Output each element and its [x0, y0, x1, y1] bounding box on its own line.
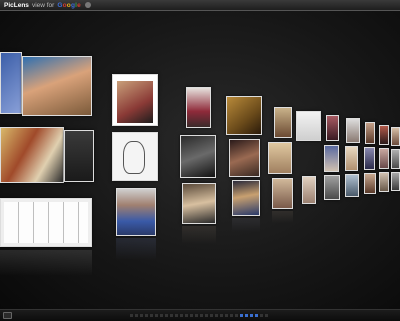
photo-thumbnail[interactable]: [302, 176, 316, 204]
photo-thumbnail[interactable]: [364, 173, 376, 194]
scroll-dot[interactable]: [165, 314, 168, 317]
scroll-dot-active[interactable]: [245, 314, 248, 317]
photo-thumbnail[interactable]: [0, 52, 22, 114]
scroll-dot-active[interactable]: [255, 314, 258, 317]
scroll-dot[interactable]: [135, 314, 138, 317]
scroll-dot[interactable]: [145, 314, 148, 317]
photo-thumbnail[interactable]: [346, 118, 360, 143]
photo-thumbnail[interactable]: [379, 148, 389, 169]
scroll-indicator[interactable]: [130, 314, 270, 317]
scroll-dot[interactable]: [230, 314, 233, 317]
scroll-dot[interactable]: [260, 314, 263, 317]
piclens-viewer: PicLens view for Google: [0, 0, 400, 321]
scroll-dot-active[interactable]: [250, 314, 253, 317]
photo-thumbnail[interactable]: [391, 127, 400, 146]
photo-thumbnail[interactable]: [22, 56, 92, 116]
photo-thumbnail[interactable]: [112, 132, 158, 181]
photo-thumbnail[interactable]: [64, 130, 94, 182]
bottom-bar: [0, 309, 400, 321]
scroll-dot[interactable]: [160, 314, 163, 317]
reflection: [116, 238, 156, 260]
photo-thumbnail[interactable]: [391, 172, 400, 191]
scroll-dot[interactable]: [235, 314, 238, 317]
scroll-dot-active[interactable]: [240, 314, 243, 317]
photo-thumbnail[interactable]: [229, 139, 260, 177]
photo-thumbnail[interactable]: [345, 146, 358, 171]
photo-thumbnail[interactable]: [391, 149, 400, 169]
scroll-dot[interactable]: [150, 314, 153, 317]
photo-thumbnail[interactable]: [232, 180, 260, 216]
scroll-dot[interactable]: [210, 314, 213, 317]
reflection: [272, 211, 293, 223]
exit-icon[interactable]: [3, 312, 12, 319]
scroll-dot[interactable]: [170, 314, 173, 317]
scroll-dot[interactable]: [130, 314, 133, 317]
scroll-dot[interactable]: [180, 314, 183, 317]
photo-thumbnail[interactable]: [364, 147, 375, 170]
photo-thumbnail[interactable]: [186, 87, 211, 128]
photo-thumbnail[interactable]: [112, 74, 158, 126]
photo-thumbnail[interactable]: [0, 127, 64, 183]
photo-thumbnail[interactable]: [379, 125, 389, 145]
scroll-dot[interactable]: [265, 314, 268, 317]
scroll-dot[interactable]: [200, 314, 203, 317]
photo-thumbnail[interactable]: [379, 172, 389, 192]
image-wall: [0, 0, 400, 321]
photo-thumbnail[interactable]: [326, 115, 339, 141]
photo-thumbnail[interactable]: [274, 107, 292, 138]
scroll-dot[interactable]: [215, 314, 218, 317]
reflection: [182, 226, 216, 244]
scroll-dot[interactable]: [205, 314, 208, 317]
reflection: [0, 250, 92, 276]
scroll-dot[interactable]: [220, 314, 223, 317]
photo-thumbnail[interactable]: [345, 174, 359, 197]
photo-thumbnail[interactable]: [180, 135, 216, 178]
scroll-dot[interactable]: [190, 314, 193, 317]
photo-thumbnail[interactable]: [0, 198, 92, 247]
scroll-dot[interactable]: [175, 314, 178, 317]
photo-thumbnail[interactable]: [268, 142, 292, 174]
scroll-dot[interactable]: [195, 314, 198, 317]
photo-thumbnail[interactable]: [182, 183, 216, 224]
photo-thumbnail[interactable]: [272, 178, 293, 209]
scroll-dot[interactable]: [140, 314, 143, 317]
photo-thumbnail[interactable]: [226, 96, 262, 135]
photo-thumbnail[interactable]: [116, 188, 156, 236]
scroll-dot[interactable]: [185, 314, 188, 317]
photo-thumbnail[interactable]: [324, 145, 339, 172]
scroll-dot[interactable]: [155, 314, 158, 317]
reflection: [232, 218, 260, 232]
photo-thumbnail[interactable]: [296, 111, 321, 141]
photo-thumbnail[interactable]: [365, 122, 375, 144]
photo-thumbnail[interactable]: [324, 175, 340, 200]
scroll-dot[interactable]: [225, 314, 228, 317]
